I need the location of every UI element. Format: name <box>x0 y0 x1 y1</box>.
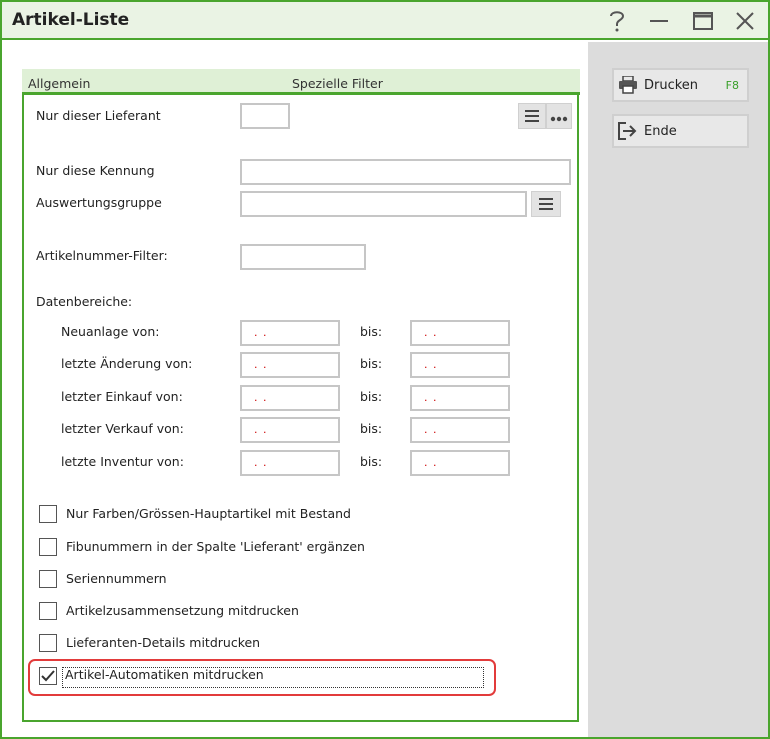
seriennummern-checkbox[interactable] <box>39 570 57 588</box>
verkauf-from-input[interactable]: . . <box>240 417 340 443</box>
auswertungsgruppe-label: Auswertungsgruppe <box>36 195 162 210</box>
aenderung-label: letzte Änderung von: <box>61 356 193 371</box>
close-icon <box>735 11 755 31</box>
lieferanten-details-checkbox[interactable] <box>39 634 57 652</box>
list-icon <box>539 195 553 214</box>
lieferanten-details-label: Lieferanten-Details mitdrucken <box>66 635 261 650</box>
tab-allgemein[interactable]: Allgemein <box>28 76 90 91</box>
print-shortcut: F8 <box>725 79 739 92</box>
fibunummern-label: Fibunummern in der Spalte 'Lieferant' er… <box>66 539 365 554</box>
help-button[interactable] <box>600 5 634 37</box>
inventur-to-input[interactable]: . . <box>410 450 510 476</box>
window-title: Artikel-Liste <box>12 10 130 30</box>
neuanlage-to-input[interactable]: . . <box>410 320 510 346</box>
fibunummern-checkbox[interactable] <box>39 538 57 556</box>
aenderung-from-input[interactable]: . . <box>240 352 340 378</box>
lieferant-more-button[interactable] <box>546 103 572 129</box>
artikel-automatiken-label: Artikel-Automatiken mitdrucken <box>65 667 264 682</box>
more-icon <box>550 107 568 126</box>
minimize-icon <box>649 11 669 31</box>
artikelzusammensetzung-checkbox[interactable] <box>39 602 57 620</box>
auswertungsgruppe-list-button[interactable] <box>531 191 561 217</box>
maximize-button[interactable] <box>686 5 720 37</box>
bis-label: bis: <box>360 454 383 469</box>
print-button-label: Drucken <box>644 77 699 93</box>
farben-groessen-checkbox[interactable] <box>39 505 57 523</box>
exit-icon <box>616 120 640 142</box>
datenbereiche-label: Datenbereiche: <box>36 294 133 309</box>
list-icon <box>525 107 539 126</box>
neuanlage-label: Neuanlage von: <box>61 324 160 339</box>
lieferant-input[interactable] <box>240 103 290 129</box>
lieferant-list-button[interactable] <box>518 103 546 129</box>
einkauf-to-input[interactable]: . . <box>410 385 510 411</box>
lieferant-label: Nur dieser Lieferant <box>36 108 161 123</box>
bis-label: bis: <box>360 421 383 436</box>
checkmark-icon <box>41 667 55 686</box>
kennung-input[interactable] <box>240 159 571 185</box>
verkauf-to-input[interactable]: . . <box>410 417 510 443</box>
end-button[interactable]: Ende <box>612 114 749 148</box>
seriennummern-label: Seriennummern <box>66 571 167 586</box>
verkauf-label: letzter Verkauf von: <box>61 421 184 436</box>
title-bar: Artikel-Liste <box>2 2 768 40</box>
artikel-automatiken-checkbox[interactable] <box>39 667 57 685</box>
end-button-label: Ende <box>644 123 677 139</box>
tab-spezielle-filter[interactable]: Spezielle Filter <box>292 76 383 91</box>
einkauf-from-input[interactable]: . . <box>240 385 340 411</box>
action-sidebar: Drucken F8 Ende <box>588 42 768 737</box>
close-button[interactable] <box>728 5 762 37</box>
artikel-liste-window: Artikel-Liste Allgemein Spezielle Filter <box>0 0 770 739</box>
neuanlage-from-input[interactable]: . . <box>240 320 340 346</box>
printer-icon <box>616 74 640 96</box>
inventur-label: letzte Inventur von: <box>61 454 184 469</box>
auswertungsgruppe-input[interactable] <box>240 191 527 217</box>
bis-label: bis: <box>360 356 383 371</box>
filter-panel: Nur dieser Lieferant Nur diese Kennung A… <box>22 95 579 722</box>
maximize-icon <box>693 12 713 30</box>
kennung-label: Nur diese Kennung <box>36 163 155 178</box>
farben-groessen-label: Nur Farben/Grössen-Hauptartikel mit Best… <box>66 506 351 521</box>
question-icon <box>609 10 625 32</box>
main-content: Allgemein Spezielle Filter Nur dieser Li… <box>2 42 588 737</box>
artikelzusammensetzung-label: Artikelzusammensetzung mitdrucken <box>66 603 299 618</box>
bis-label: bis: <box>360 389 383 404</box>
tab-bar: Allgemein Spezielle Filter <box>22 69 580 95</box>
einkauf-label: letzter Einkauf von: <box>61 389 183 404</box>
bis-label: bis: <box>360 324 383 339</box>
artikelnummer-filter-input[interactable] <box>240 244 366 270</box>
artikelnummer-filter-label: Artikelnummer-Filter: <box>36 248 168 263</box>
inventur-from-input[interactable]: . . <box>240 450 340 476</box>
print-button[interactable]: Drucken F8 <box>612 68 749 102</box>
aenderung-to-input[interactable]: . . <box>410 352 510 378</box>
minimize-button[interactable] <box>642 5 676 37</box>
